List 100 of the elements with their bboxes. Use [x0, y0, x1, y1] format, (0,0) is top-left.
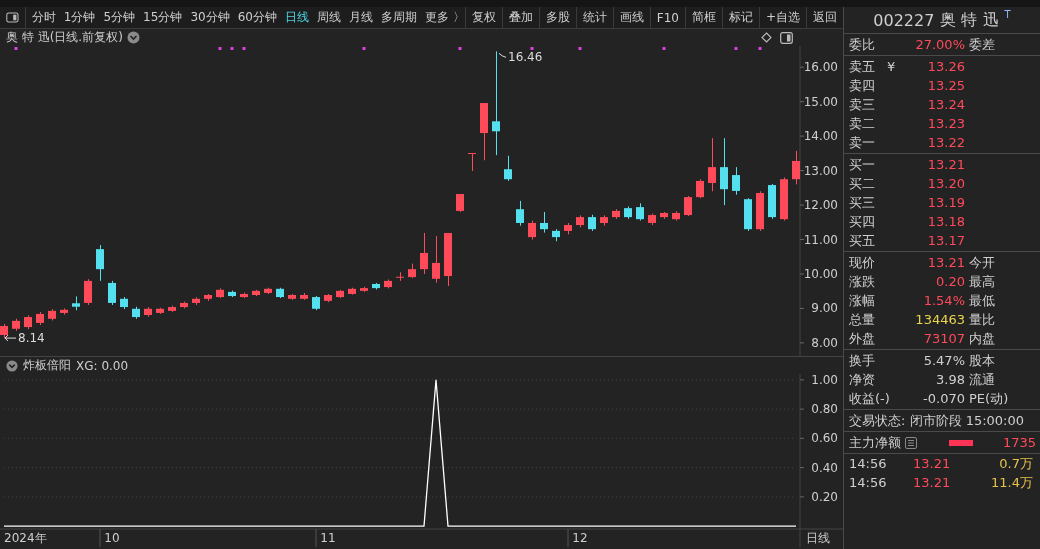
- order-price: 13.23: [926, 116, 966, 131]
- candle: [744, 197, 752, 232]
- candle: [420, 232, 428, 275]
- diamond-icon[interactable]: [761, 32, 772, 43]
- axis-label: 12.00: [803, 198, 838, 213]
- year-label: 2024年: [4, 531, 47, 545]
- field-value: 1735: [1002, 435, 1037, 450]
- trade-time: 14:56: [849, 475, 888, 490]
- trade-status: 交易状态: 闭市阶段 15:00:00: [849, 411, 1025, 430]
- arrow-icon: [4, 334, 17, 342]
- period-label: 日线: [806, 531, 830, 545]
- period-tab[interactable]: 日线: [284, 9, 309, 26]
- indicator-reading: XG: 0.00: [76, 358, 129, 373]
- field-label: 净资: [849, 370, 876, 389]
- panel-icon[interactable]: [780, 31, 793, 44]
- field-label: 外盘: [849, 329, 876, 348]
- leader-line: [498, 52, 507, 58]
- candle: [468, 152, 476, 172]
- trade-price: 13.21: [913, 475, 952, 490]
- candle: [504, 155, 512, 182]
- candle: [600, 214, 608, 227]
- candle: [48, 308, 56, 321]
- order-label: 买五: [849, 231, 876, 250]
- candle: [624, 205, 632, 220]
- candle: [396, 271, 404, 282]
- trade-volume: 11.4万: [990, 473, 1033, 492]
- trade-volume: 0.7万: [998, 454, 1033, 473]
- candle: [300, 292, 308, 301]
- candle: [240, 292, 248, 299]
- list-icon[interactable]: [905, 436, 917, 449]
- axis-label: 9.00: [811, 301, 838, 316]
- period-tab[interactable]: 多周期: [380, 9, 417, 26]
- field-value: 13.21: [926, 255, 966, 270]
- axis-label: 1.00: [811, 374, 838, 387]
- candle: [324, 293, 332, 303]
- candle: [132, 306, 140, 320]
- order-price: 13.24: [926, 97, 966, 112]
- period-tab[interactable]: 月线: [348, 9, 373, 26]
- period-tab[interactable]: 1分钟: [63, 9, 96, 26]
- axis-label: 10: [104, 531, 120, 545]
- candle: [792, 150, 800, 185]
- candle: [648, 213, 656, 226]
- field-label: 最低: [968, 291, 995, 310]
- chevron-icon[interactable]: [126, 31, 140, 44]
- period-tab[interactable]: 15分钟: [143, 9, 183, 26]
- candle: [336, 289, 344, 299]
- candle: [144, 306, 152, 318]
- axis-label: 0.20: [811, 489, 838, 504]
- period-tab[interactable]: 30分钟: [190, 9, 230, 26]
- candle: [516, 200, 524, 227]
- field-value: -0.070: [922, 391, 966, 406]
- candle: [24, 314, 32, 330]
- period-tab[interactable]: 更多 〉: [424, 9, 465, 26]
- order-label: 买四: [849, 212, 876, 231]
- candle: [60, 307, 68, 316]
- candle: [0, 323, 8, 339]
- axis-label: 13.00: [803, 163, 838, 178]
- candle: [612, 208, 620, 220]
- candle: [708, 137, 716, 192]
- axis-label: 14.00: [803, 129, 838, 144]
- order-price: 13.22: [926, 135, 966, 150]
- period-tab[interactable]: 5分钟: [103, 9, 136, 26]
- candle: [168, 305, 176, 313]
- candle: [36, 311, 44, 326]
- candle: [192, 296, 200, 306]
- candle: [408, 263, 416, 279]
- axis-label: 12: [572, 531, 588, 545]
- price-label: 16.46: [508, 51, 543, 65]
- trade-time: 14:56: [849, 456, 888, 471]
- axis-label: 0.80: [811, 402, 838, 417]
- axis-label: 11.00: [803, 232, 838, 247]
- axis-label: 11: [320, 531, 336, 545]
- period-tab[interactable]: 周线: [316, 9, 341, 26]
- chevron-icon[interactable]: [6, 359, 18, 372]
- trade-price: 13.21: [913, 456, 952, 471]
- period-tab[interactable]: 60分钟: [237, 9, 277, 26]
- field-label: 今开: [968, 253, 995, 272]
- chart-title: 奥 特 迅(日线.前复权): [6, 29, 123, 46]
- period-tab[interactable]: 分时: [31, 9, 56, 26]
- field-value: 1.54%: [922, 293, 966, 308]
- field-label: 委差: [968, 35, 995, 54]
- order-label: 买三: [849, 193, 876, 212]
- axis-label: 8.00: [811, 335, 838, 350]
- flow-bar: [949, 439, 973, 446]
- candle: [228, 290, 236, 298]
- candle: [540, 211, 548, 234]
- candle: [84, 278, 92, 306]
- candle: [780, 177, 788, 222]
- stock-code: 002227: [873, 10, 935, 30]
- candle: [156, 307, 164, 315]
- panel-toggle-icon[interactable]: [6, 11, 19, 24]
- candle: [180, 301, 188, 309]
- candle: [108, 280, 116, 306]
- candle: [696, 178, 704, 199]
- field-label: 股本: [968, 351, 995, 370]
- axis-label: 0.60: [811, 431, 838, 446]
- field-label: 内盘: [968, 329, 995, 348]
- candle: [588, 214, 596, 232]
- field-value: 0.20: [935, 274, 966, 289]
- order-price: 13.17: [926, 233, 966, 248]
